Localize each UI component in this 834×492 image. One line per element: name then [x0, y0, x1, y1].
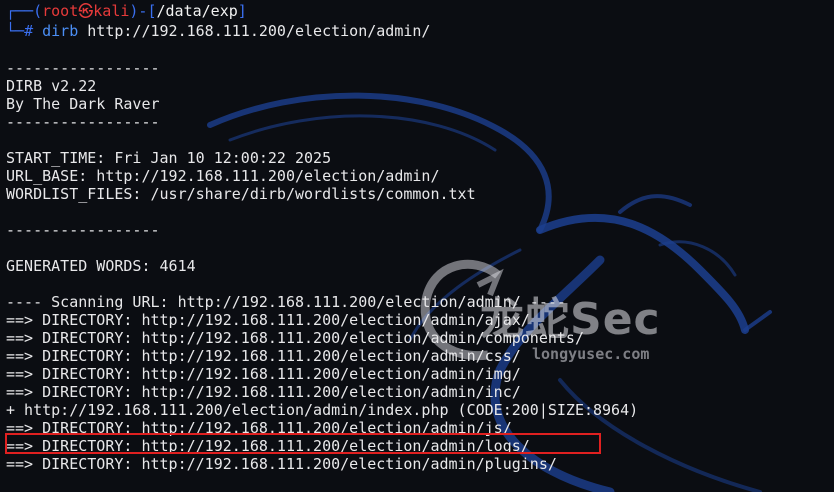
dirb-author: By The Dark Raver [6, 95, 160, 113]
start-time: START_TIME: Fri Jan 10 12:00:22 2025 [6, 149, 332, 167]
separator-3: ----------------- [6, 221, 160, 239]
prompt-hash: # [24, 22, 34, 40]
scanning-url: ---- Scanning URL: http://192.168.111.20… [6, 293, 566, 311]
result-line: ==> DIRECTORY: http://192.168.111.200/el… [6, 365, 521, 383]
prompt-line: ┌──(root㉿kali)-[/data/exp] [6, 2, 247, 20]
prompt-frame-mid: )-[ [129, 2, 157, 20]
highlight-box [5, 433, 601, 454]
prompt-host: kali [93, 2, 130, 20]
command-line: └─# dirb http://192.168.111.200/election… [6, 22, 430, 40]
command-argument: http://192.168.111.200/election/admin/ [87, 22, 431, 40]
prompt-user: root [42, 2, 79, 20]
wordlist-files: WORDLIST_FILES: /usr/share/dirb/wordlist… [6, 185, 476, 203]
result-line: ==> DIRECTORY: http://192.168.111.200/el… [6, 383, 521, 401]
generated-words: GENERATED WORDS: 4614 [6, 257, 196, 275]
result-line: ==> DIRECTORY: http://192.168.111.200/el… [6, 455, 557, 473]
prompt-frame-bottom: └─ [6, 22, 25, 40]
result-line: + http://192.168.111.200/election/admin/… [6, 401, 639, 419]
command-name: dirb [42, 22, 79, 40]
url-base: URL_BASE: http://192.168.111.200/electio… [6, 167, 440, 185]
prompt-frame-left: ┌──( [6, 2, 43, 20]
result-line: ==> DIRECTORY: http://192.168.111.200/el… [6, 347, 521, 365]
result-line: ==> DIRECTORY: http://192.168.111.200/el… [6, 311, 530, 329]
separator-1: ----------------- [6, 59, 160, 77]
result-line: ==> DIRECTORY: http://192.168.111.200/el… [6, 329, 584, 347]
dirb-version: DIRB v2.22 [6, 77, 97, 95]
prompt-frame-right: ] [237, 2, 247, 20]
prompt-at-icon: ㉿ [78, 2, 94, 20]
prompt-path: /data/exp [156, 2, 238, 20]
terminal-output[interactable]: ┌──(root㉿kali)-[/data/exp] └─# dirb http… [0, 0, 834, 492]
separator-2: ----------------- [6, 113, 160, 131]
